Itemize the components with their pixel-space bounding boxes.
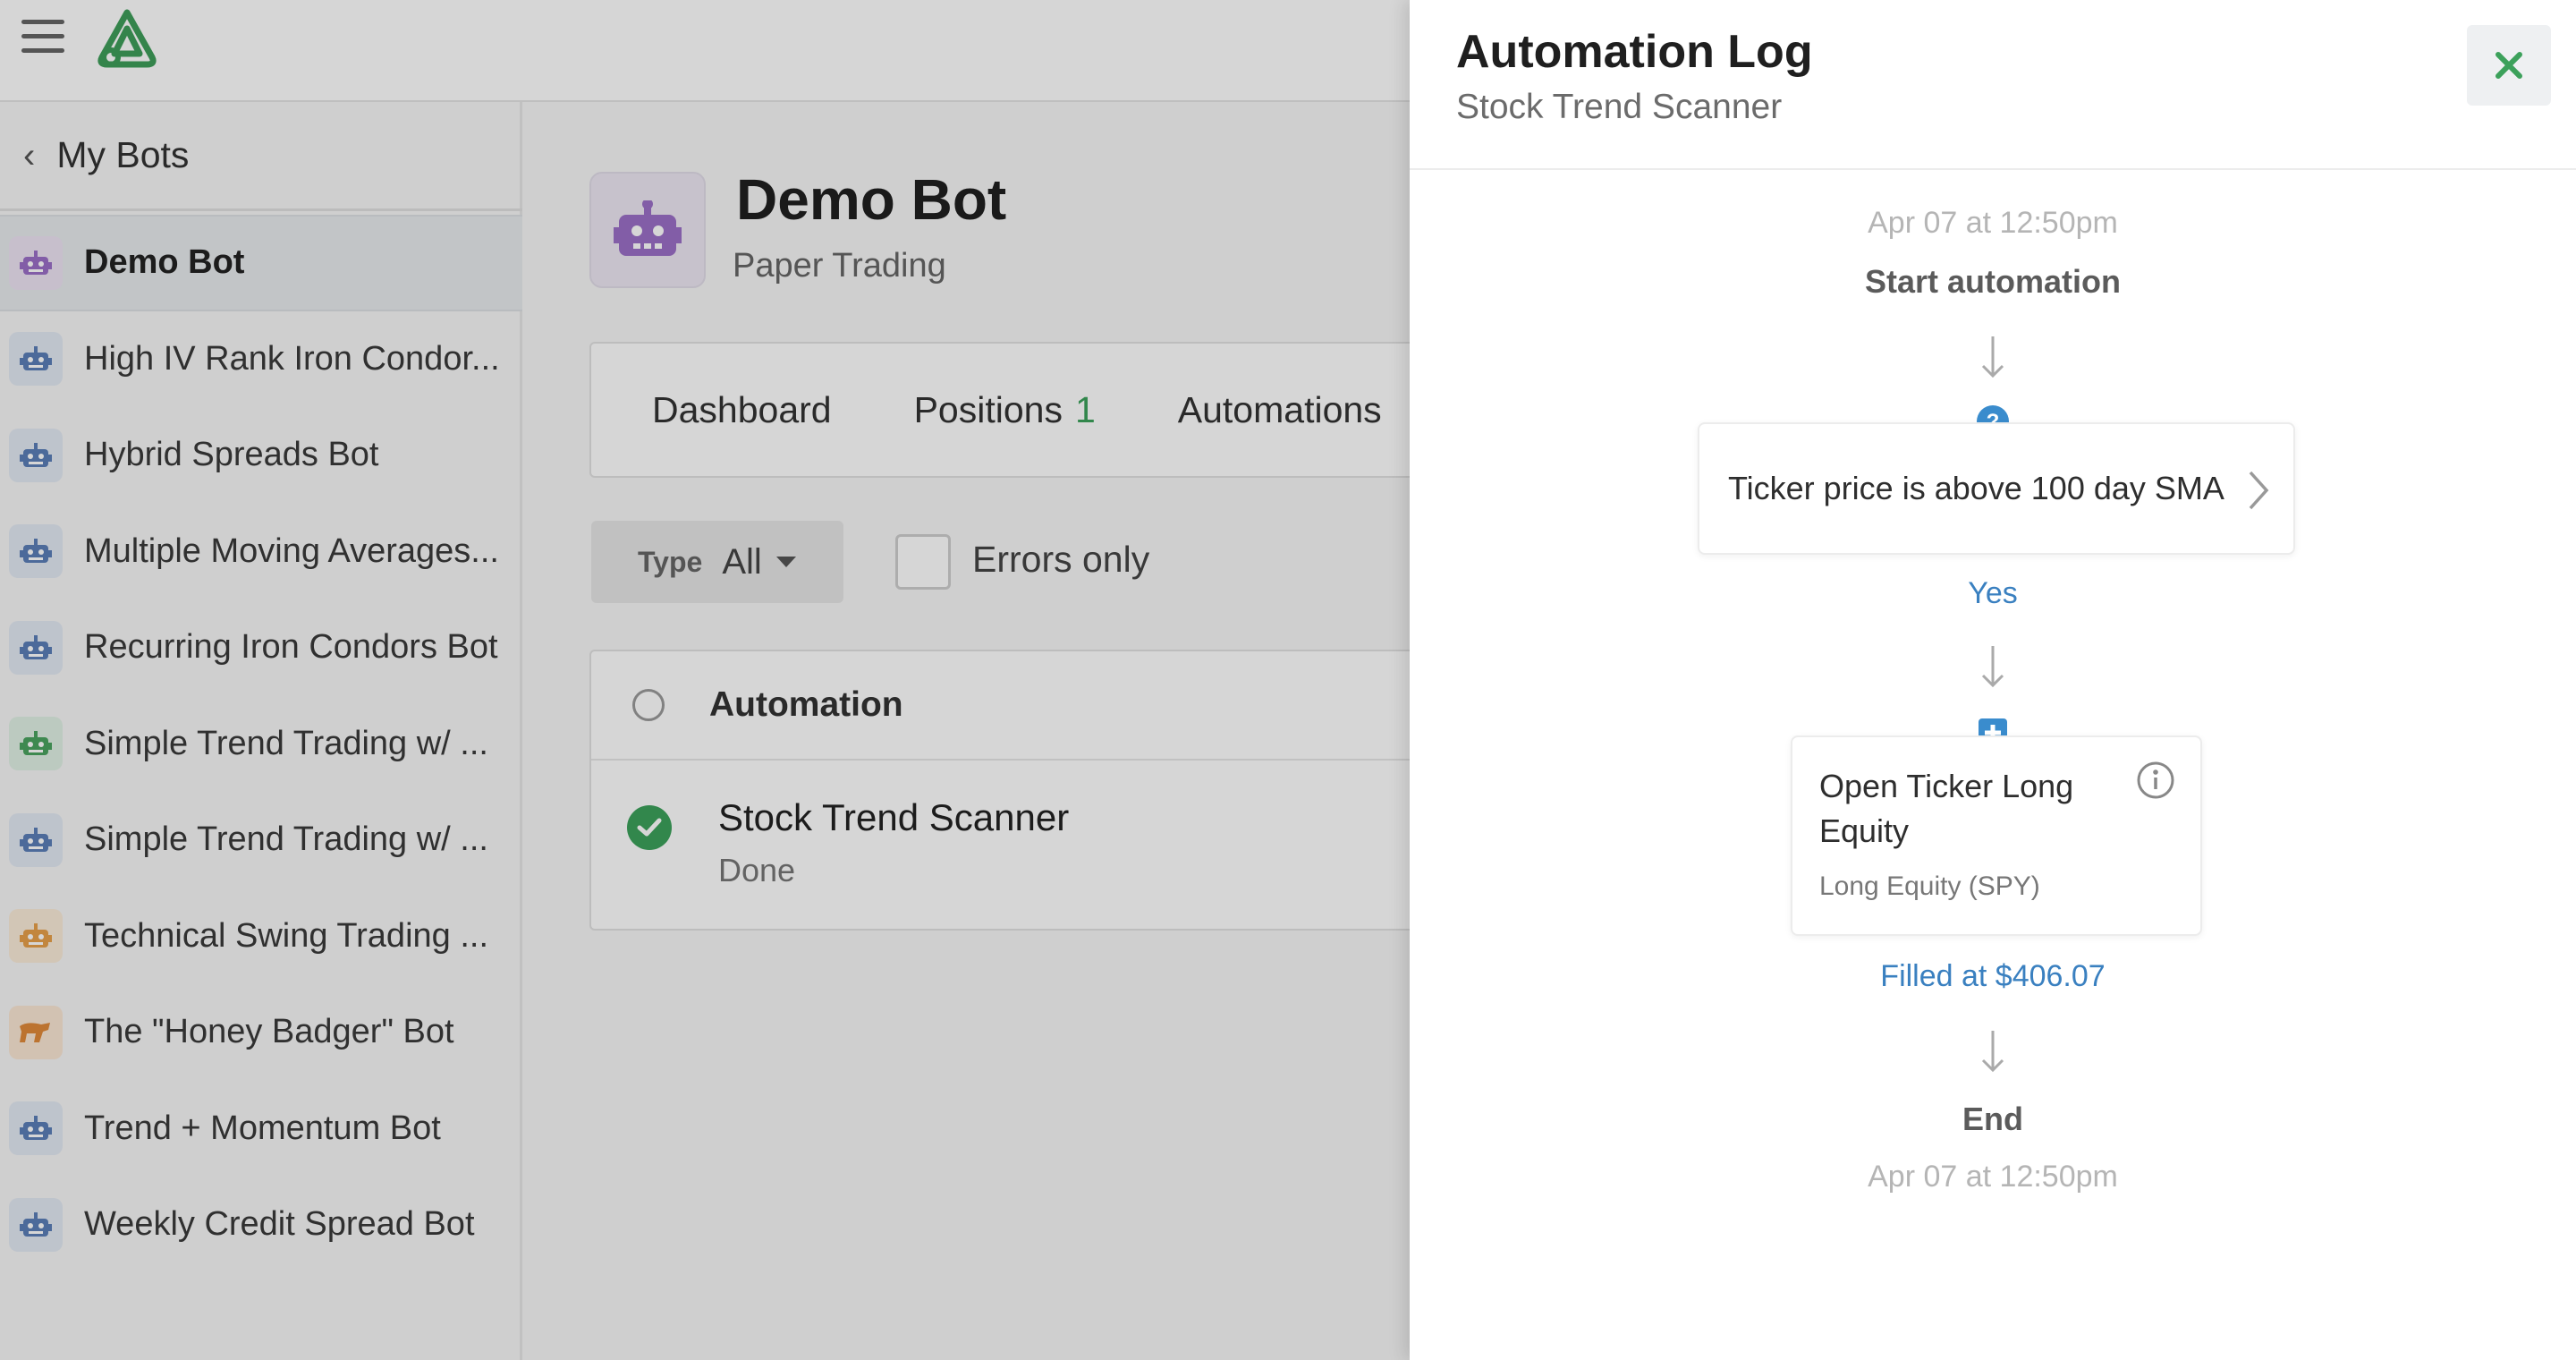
modal-overlay[interactable] — [0, 0, 1410, 1360]
close-icon — [2496, 52, 2522, 79]
action-card[interactable]: Open Ticker Long Equity Long Equity (SPY… — [1791, 735, 2202, 936]
action-subtitle: Long Equity (SPY) — [1819, 871, 2040, 901]
close-button[interactable] — [2467, 25, 2551, 106]
condition-text: Ticker price is above 100 day SMA — [1728, 470, 2224, 506]
condition-card[interactable]: Ticker price is above 100 day SMA — [1698, 422, 2295, 555]
action-title: Open Ticker Long Equity — [1819, 768, 2074, 849]
info-icon[interactable] — [2136, 761, 2175, 800]
branch-label: Yes — [1968, 576, 2018, 610]
start-step-label: Start automation — [1864, 263, 2121, 300]
automation-log-drawer: Automation Log Stock Trend Scanner Apr 0… — [1410, 0, 2576, 1360]
chevron-right-icon — [2249, 471, 2269, 510]
arrow-down-icon — [1981, 1031, 2004, 1073]
drawer-title: Automation Log — [1456, 26, 1813, 78]
arrow-down-icon — [1981, 336, 2004, 378]
end-step-label: End — [1962, 1101, 2023, 1137]
end-timestamp: Apr 07 at 12:50pm — [1868, 1160, 2118, 1194]
drawer-subtitle: Stock Trend Scanner — [1456, 88, 1783, 126]
arrow-down-icon — [1981, 646, 2004, 688]
drawer-header: Automation Log Stock Trend Scanner — [1410, 0, 2576, 170]
action-result: Filled at $406.07 — [1880, 959, 2106, 993]
automation-flow: Apr 07 at 12:50pm Start automation ? Tic… — [1410, 170, 2576, 1360]
start-timestamp: Apr 07 at 12:50pm — [1868, 206, 2118, 240]
